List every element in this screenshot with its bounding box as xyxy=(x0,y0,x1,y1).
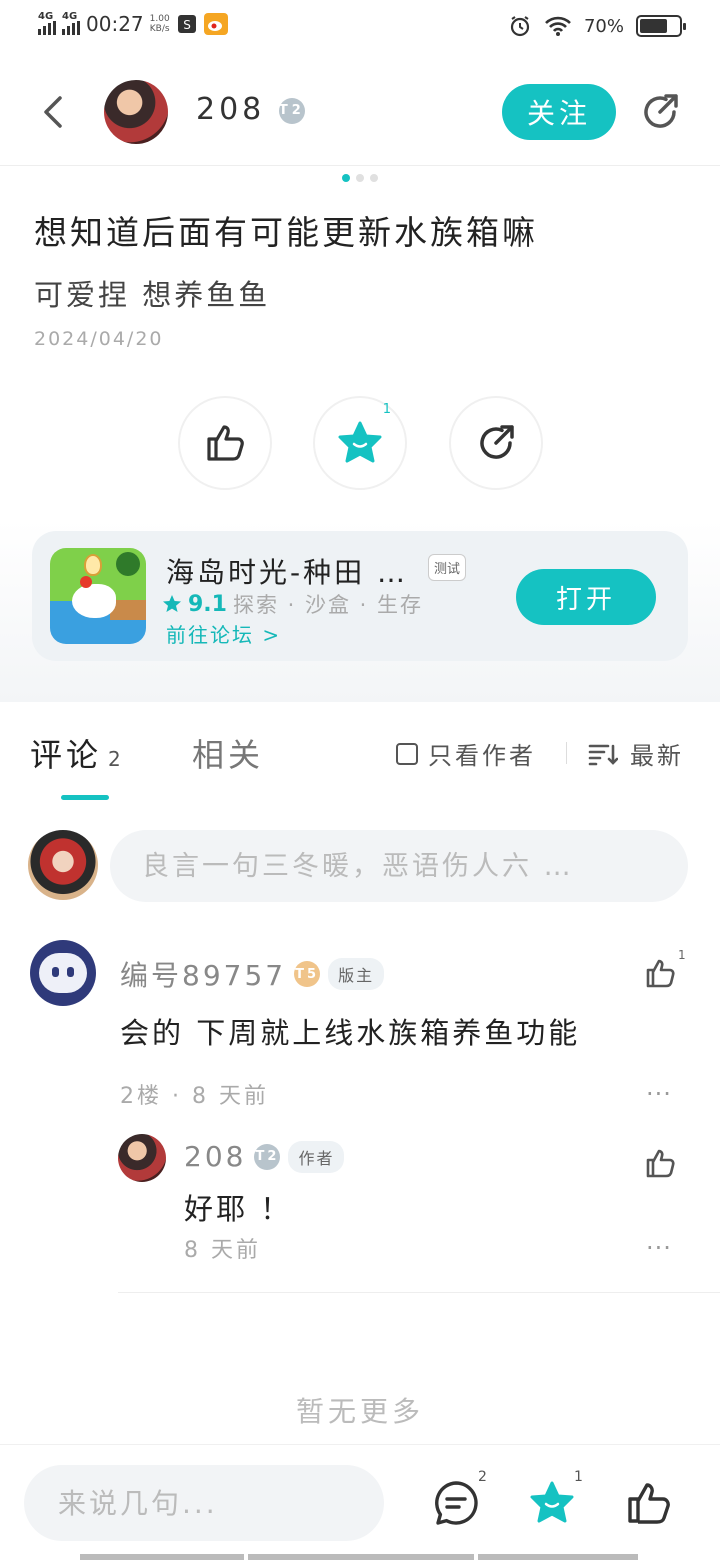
author-tag: 作者 xyxy=(288,1140,345,1173)
page-dot xyxy=(370,174,378,182)
no-more-text: 暂无更多 xyxy=(295,1395,424,1428)
more-options-icon[interactable]: ··· xyxy=(646,1080,672,1108)
comment-input[interactable] xyxy=(110,830,688,902)
app-name[interactable]: 海岛时光-种田 … xyxy=(166,551,408,591)
level-badge: T2 xyxy=(254,1143,281,1170)
app-meta: 9.1 探索 · 沙盒 · 生存 xyxy=(162,589,423,619)
page-indicator xyxy=(342,174,378,182)
app-test-tag: 测试 xyxy=(428,554,467,581)
bottom-comment-input[interactable] xyxy=(24,1465,384,1541)
star-icon xyxy=(338,421,382,463)
thumbs-up-icon[interactable] xyxy=(644,1146,678,1180)
app-card-section: 海岛时光-种田 … 测试 9.1 探索 · 沙盒 · 生存 前往论坛 > 打开 xyxy=(0,520,720,702)
status-time: 00:27 xyxy=(86,12,144,36)
comment-count: 2 xyxy=(478,1469,487,1485)
tab-related[interactable]: 相关 xyxy=(192,730,264,776)
tab-comments[interactable]: 评论 2 xyxy=(30,730,121,776)
sort-icon xyxy=(588,744,618,765)
battery-icon xyxy=(636,15,686,37)
comments-count: 2 xyxy=(108,747,121,771)
reply-author-avatar[interactable] xyxy=(118,1134,166,1182)
author-name[interactable]: 208 T2 xyxy=(196,92,305,127)
post-body: 可爱捏 想养鱼鱼 xyxy=(34,278,271,312)
network-speed: 1.00 KB/s xyxy=(149,14,170,34)
comment-text[interactable]: 会的 下周就上线水族箱养鱼功能 xyxy=(120,1010,580,1052)
reply-author-name[interactable]: 208 T2 作者 xyxy=(184,1140,345,1173)
favorite-count: 1 xyxy=(382,402,391,417)
home-indicator xyxy=(80,1554,638,1560)
page-dot-active xyxy=(342,174,350,182)
status-bar: 4G 4G 00:27 1.00 KB/s S 70% xyxy=(0,0,720,56)
commenter-avatar[interactable] xyxy=(30,940,96,1006)
open-app-button[interactable]: 打开 xyxy=(516,569,656,625)
current-user-avatar xyxy=(28,830,98,900)
favorite-count: 1 xyxy=(574,1469,583,1485)
app-card[interactable]: 海岛时光-种田 … 测试 9.1 探索 · 沙盒 · 生存 前往论坛 > 打开 xyxy=(32,531,688,661)
level-badge: T2 xyxy=(278,97,305,124)
reply-text[interactable]: 好耶 ！ xyxy=(184,1186,292,1228)
level-badge: T5 xyxy=(294,961,321,987)
sort-toggle[interactable]: 最新 xyxy=(588,736,684,771)
share-icon xyxy=(480,425,514,459)
reply-meta: 8 天前 xyxy=(184,1238,261,1263)
author-only-checkbox[interactable] xyxy=(396,742,418,765)
share-post-button[interactable] xyxy=(449,396,543,490)
wifi-icon xyxy=(545,16,571,36)
signal-icon-2: 4G xyxy=(62,11,80,35)
app-icon[interactable] xyxy=(50,548,146,644)
comment-meta: 2楼 · 8 天前 xyxy=(120,1084,269,1109)
post-header: 208 T2 关注 xyxy=(0,70,720,166)
commenter-name[interactable]: 编号89757 T5 版主 xyxy=(120,954,385,994)
favorite-post-button[interactable]: 1 xyxy=(313,396,407,490)
svg-text:S: S xyxy=(183,18,191,32)
battery-percent: 70% xyxy=(583,15,624,37)
app-categories: 探索 · 沙盒 · 生存 xyxy=(232,593,424,617)
divider xyxy=(118,1292,720,1293)
signal-icon: 4G xyxy=(38,11,56,35)
post-title: 想知道后面有可能更新水族箱嘛 xyxy=(34,213,538,252)
comment-like-count: 1 xyxy=(678,948,686,962)
follow-button[interactable]: 关注 xyxy=(502,84,616,140)
moderator-tag: 版主 xyxy=(328,958,385,990)
alarm-icon xyxy=(510,16,530,37)
star-icon[interactable] xyxy=(528,1479,576,1527)
comment-tabs: 评论 2 相关 只看作者 最新 xyxy=(0,702,720,802)
bottom-bar: 2 1 xyxy=(0,1444,720,1560)
like-post-button[interactable] xyxy=(178,396,272,490)
thumbs-up-icon[interactable] xyxy=(644,956,678,990)
comment-icon[interactable] xyxy=(432,1479,480,1527)
back-arrow-icon[interactable] xyxy=(38,92,70,132)
thumbs-up-icon xyxy=(207,425,244,461)
forum-link[interactable]: 前往论坛 > xyxy=(166,619,281,648)
page-dot xyxy=(356,174,364,182)
app-score: 9.1 xyxy=(188,591,227,617)
active-tab-indicator xyxy=(61,795,109,800)
thumbs-up-icon[interactable] xyxy=(624,1479,672,1527)
more-options-icon[interactable]: ··· xyxy=(646,1234,672,1262)
share-icon[interactable] xyxy=(638,90,682,134)
weibo-icon xyxy=(203,13,228,35)
star-icon xyxy=(163,595,181,612)
notification-app-icon: S xyxy=(177,15,196,33)
author-only-toggle[interactable]: 只看作者 xyxy=(396,736,536,771)
author-avatar[interactable] xyxy=(104,80,168,144)
divider xyxy=(566,742,567,764)
post-date: 2024/04/20 xyxy=(34,328,164,350)
